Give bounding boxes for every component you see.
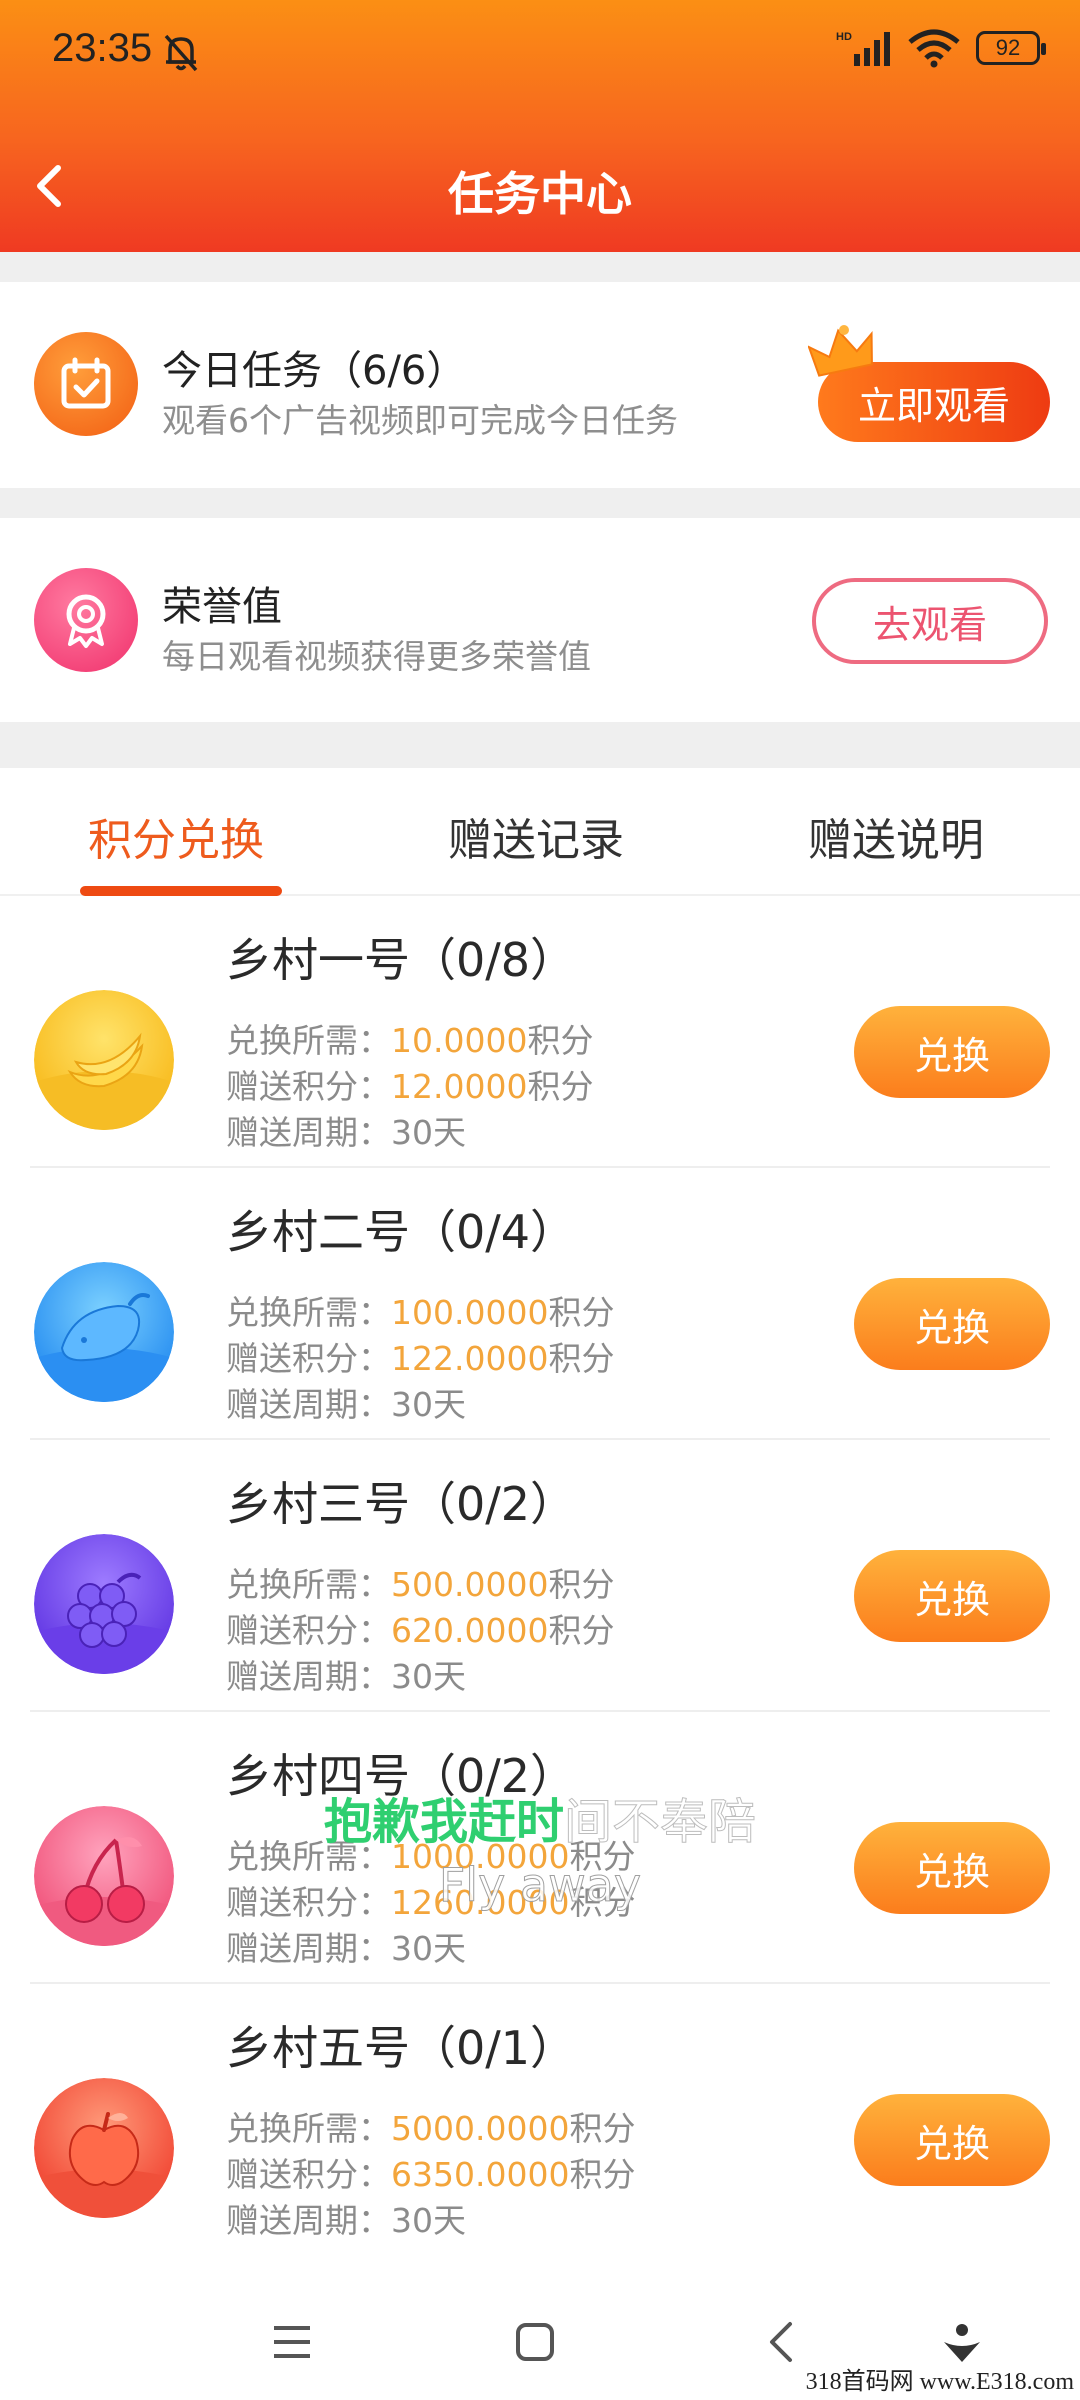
item-name: 乡村一号（0/8） (226, 933, 577, 987)
subtitle-highlight: 抱歉我赶时 (323, 1794, 564, 1850)
item-cost: 兑换所需：100.0000积分 (226, 1293, 615, 1332)
network-label: HD (836, 31, 852, 43)
item-cycle: 赠送周期：30天 (226, 1385, 466, 1424)
tab-points-exchange[interactable]: 积分兑换 (88, 804, 264, 868)
item-cost: 兑换所需：5000.0000积分 (226, 2109, 636, 2148)
calendar-check-icon (34, 332, 138, 436)
item-cycle: 赠送周期：30天 (226, 1113, 466, 1152)
item-gift-value: 6350.0000 (391, 2155, 570, 2194)
redeem-button[interactable]: 兑换 (854, 2094, 1050, 2186)
signal-icon: HD (836, 31, 890, 66)
item-cycle: 赠送周期：30天 (226, 1657, 466, 1696)
active-tab-indicator (80, 886, 282, 896)
mango-icon (34, 1262, 174, 1402)
item-cycle: 赠送周期：30天 (226, 1929, 466, 1968)
home-icon[interactable] (505, 2312, 565, 2372)
redeem-button[interactable]: 兑换 (854, 1006, 1050, 1098)
item-gift-value: 12.0000 (391, 1067, 528, 1106)
page-title: 任务中心 (448, 167, 632, 221)
item-gift-value: 122.0000 (391, 1339, 549, 1378)
redeem-button[interactable]: 兑换 (854, 1550, 1050, 1642)
item-gift: 赠送积分：6350.0000积分 (226, 2155, 636, 2194)
apple-icon (34, 2078, 174, 2218)
list-item: 乡村一号（0/8） 兑换所需：10.0000积分 赠送积分：12.0000积分 … (0, 896, 1080, 1168)
tab-gift-record[interactable]: 赠送记录 (448, 804, 624, 868)
list-item: 乡村二号（0/4） 兑换所需：100.0000积分 赠送积分：122.0000积… (0, 1168, 1080, 1440)
honor-title: 荣誉值 (162, 584, 282, 630)
medal-icon (34, 568, 138, 672)
item-cost: 兑换所需：10.0000积分 (226, 1021, 594, 1060)
daily-task-card: 今日任务（6/6） 观看6个广告视频即可完成今日任务 立即观看 (0, 282, 1080, 488)
redeem-button[interactable]: 兑换 (854, 1278, 1050, 1370)
list-item: 乡村五号（0/1） 兑换所需：5000.0000积分 赠送积分：6350.000… (0, 1984, 1080, 2256)
menu-icon[interactable] (262, 2312, 322, 2372)
site-watermark: 318首码网 www.E318.com (805, 2369, 1074, 2395)
item-cost-value: 5000.0000 (391, 2109, 570, 2148)
daily-task-title: 今日任务（6/6） (162, 348, 467, 394)
subtitle-chinese: 抱歉我赶时间不奉陪 (0, 1782, 1080, 1852)
item-gift: 赠送积分：122.0000积分 (226, 1339, 615, 1378)
grape-icon (34, 1534, 174, 1674)
back-icon[interactable] (752, 2312, 812, 2372)
system-nav-bar: 318首码网 www.E318.com (0, 2284, 1080, 2400)
subtitle-english: Fly away (438, 1858, 642, 1913)
tab-gift-explanation[interactable]: 赠送说明 (808, 804, 984, 868)
item-gift: 赠送积分：620.0000积分 (226, 1611, 615, 1650)
go-watch-button[interactable]: 去观看 (812, 578, 1048, 664)
battery-indicator: 92 (976, 31, 1046, 65)
list-item: 乡村三号（0/2） 兑换所需：500.0000积分 赠送积分：620.0000积… (0, 1440, 1080, 1712)
status-time: 23:35 (52, 26, 153, 70)
tab-bar: 积分兑换 赠送记录 赠送说明 (0, 768, 1080, 896)
exchange-panel: 积分兑换 赠送记录 赠送说明 乡村一号（0/8） 兑换所需：10.0000积分 … (0, 768, 1080, 2284)
crown-icon (808, 325, 873, 377)
app-header: 23:35 HD 92 任务中心 (0, 0, 1080, 252)
item-cost-value: 500.0000 (391, 1565, 549, 1604)
item-gift: 赠送积分：12.0000积分 (226, 1067, 594, 1106)
item-name: 乡村二号（0/4） (226, 1205, 577, 1259)
banana-icon (34, 990, 174, 1130)
daily-task-desc: 观看6个广告视频即可完成今日任务 (162, 401, 678, 440)
honor-card: 荣誉值 每日观看视频获得更多荣誉值 去观看 (0, 518, 1080, 722)
item-cost-value: 100.0000 (391, 1293, 549, 1332)
item-name: 乡村三号（0/2） (226, 1477, 577, 1531)
subtitle-rest: 间不奉陪 (563, 1794, 757, 1851)
item-cycle: 赠送周期：30天 (226, 2201, 466, 2240)
status-icons: HD 92 (836, 28, 1046, 68)
item-cost: 兑换所需：500.0000积分 (226, 1565, 615, 1604)
wifi-icon (908, 29, 960, 68)
honor-desc: 每日观看视频获得更多荣誉值 (162, 637, 591, 676)
item-name: 乡村五号（0/1） (226, 2021, 577, 2075)
item-gift-value: 620.0000 (391, 1611, 549, 1650)
item-cost-value: 10.0000 (391, 1021, 528, 1060)
mute-bell-icon (164, 34, 198, 72)
